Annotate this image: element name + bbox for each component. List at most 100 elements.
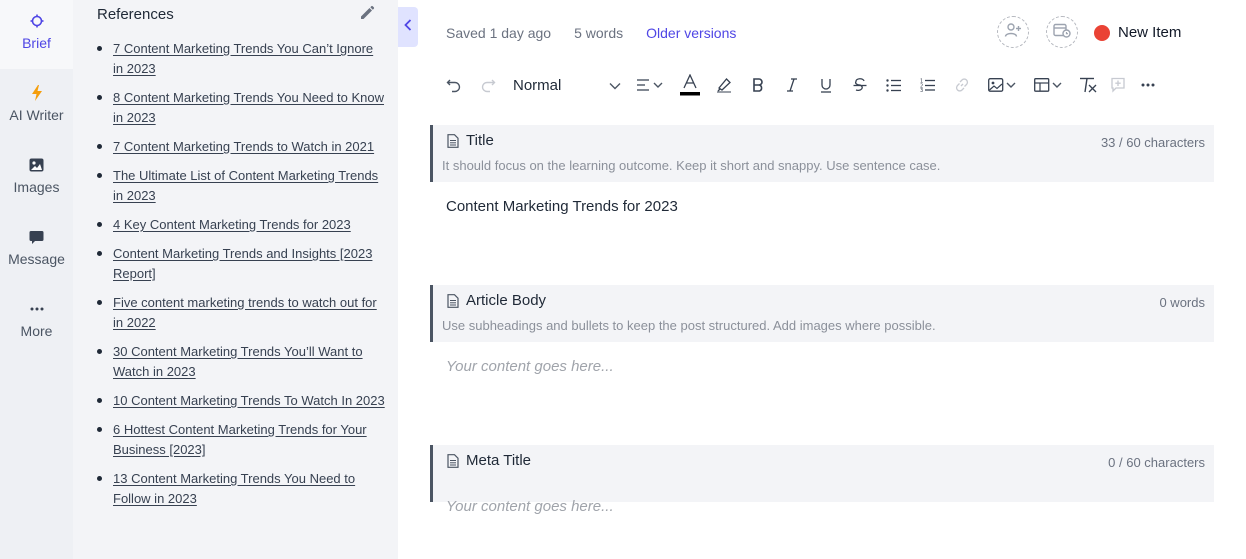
title-field[interactable]: Content Marketing Trends for 2023 — [446, 198, 678, 215]
align-dropdown[interactable] — [627, 72, 673, 98]
undo-icon — [446, 77, 462, 93]
section-hint: Use subheadings and bullets to keep the … — [442, 318, 936, 333]
lightning-icon — [28, 84, 46, 102]
meta-title-field[interactable]: Your content goes here... — [446, 498, 614, 515]
align-left-icon — [636, 78, 664, 92]
section-name: Title — [466, 132, 494, 149]
link-icon — [954, 77, 970, 93]
reference-link[interactable]: 8 Content Marketing Trends You Need to K… — [113, 90, 384, 125]
clear-format-icon — [1079, 77, 1097, 93]
bold-button[interactable] — [741, 72, 775, 98]
saved-status: Saved 1 day ago — [446, 25, 552, 41]
numbered-list-button[interactable]: 123 — [911, 72, 945, 98]
rail-item-brief[interactable]: Brief — [0, 0, 73, 69]
add-user-icon — [1004, 22, 1022, 43]
italic-button[interactable] — [775, 72, 809, 98]
new-item-label: New Item — [1118, 24, 1182, 41]
collapse-panel-button[interactable] — [398, 7, 418, 47]
reference-item: 30 Content Marketing Trends You’ll Want … — [95, 342, 385, 382]
rail-label: AI Writer — [9, 107, 64, 123]
word-count: 0 words — [1159, 295, 1205, 310]
message-icon — [28, 228, 46, 246]
chevron-left-icon — [404, 18, 412, 36]
section-name: Meta Title — [466, 452, 532, 469]
reference-link[interactable]: 10 Content Marketing Trends To Watch In … — [113, 393, 385, 408]
reference-item: 7 Content Marketing Trends You Can’t Ign… — [95, 39, 385, 79]
numbered-list-icon: 123 — [920, 78, 936, 92]
title-section-header: Title 33 / 60 characters It should focus… — [430, 125, 1214, 182]
rail-item-images[interactable]: Images — [0, 144, 73, 216]
paragraph-style-select[interactable]: Normal — [511, 72, 621, 98]
character-count: 33 / 60 characters — [1100, 135, 1205, 150]
reference-link[interactable]: 6 Hottest Content Marketing Trends for Y… — [113, 422, 367, 457]
reference-link[interactable]: 7 Content Marketing Trends to Watch in 2… — [113, 139, 374, 154]
rail-item-message[interactable]: Message — [0, 216, 73, 288]
status-dot — [1094, 24, 1110, 41]
word-count: 5 words — [574, 25, 624, 41]
reference-link[interactable]: 13 Content Marketing Trends You Need to … — [113, 471, 355, 506]
reference-item: 10 Content Marketing Trends To Watch In … — [95, 391, 385, 411]
references-panel: References 7 Content Marketing Trends Yo… — [73, 0, 398, 559]
insert-comment-button[interactable] — [1105, 72, 1131, 98]
highlight-button[interactable] — [707, 72, 741, 98]
rail-label: Brief — [22, 35, 51, 51]
pencil-icon[interactable] — [359, 5, 375, 21]
reference-link[interactable]: Five content marketing trends to watch o… — [113, 295, 377, 330]
strikethrough-icon — [853, 77, 867, 93]
new-item-status[interactable]: New Item — [1094, 24, 1181, 41]
older-versions-link[interactable]: Older versions — [646, 25, 736, 41]
reference-link[interactable]: Content Marketing Trends and Insights [2… — [113, 246, 372, 281]
insert-image-dropdown[interactable] — [979, 72, 1025, 98]
document-icon — [447, 454, 459, 473]
document-icon — [447, 294, 459, 313]
section-name: Article Body — [466, 292, 547, 309]
article-body-section-header: Article Body 0 words Use subheadings and… — [430, 285, 1214, 342]
crosshair-icon — [28, 12, 46, 30]
image-icon — [988, 78, 1016, 92]
strikethrough-button[interactable] — [843, 72, 877, 98]
character-count: 0 / 60 characters — [1108, 455, 1205, 470]
underline-button[interactable] — [809, 72, 843, 98]
paragraph-style-value: Normal — [513, 76, 562, 94]
underline-icon — [820, 78, 832, 93]
reference-link[interactable]: 4 Key Content Marketing Trends for 2023 — [113, 217, 351, 232]
bullet-list-button[interactable] — [877, 72, 911, 98]
link-button[interactable] — [945, 72, 979, 98]
reference-link[interactable]: 7 Content Marketing Trends You Can’t Ign… — [113, 41, 373, 76]
reference-item: 7 Content Marketing Trends to Watch in 2… — [95, 137, 385, 157]
bold-icon — [752, 78, 764, 92]
schedule-button[interactable] — [1046, 16, 1078, 48]
clear-format-button[interactable] — [1071, 72, 1105, 98]
rail-label: Message — [8, 251, 65, 267]
redo-icon — [480, 77, 496, 93]
add-collaborator-button[interactable] — [997, 16, 1029, 48]
document-status: Saved 1 day ago 5 words Older versions — [446, 25, 736, 41]
text-color-icon — [680, 74, 700, 96]
reference-item: 13 Content Marketing Trends You Need to … — [95, 469, 385, 509]
ellipsis-icon — [1141, 83, 1155, 87]
article-body-field[interactable]: Your content goes here... — [446, 358, 614, 375]
references-title: References — [97, 6, 174, 23]
references-list: 7 Content Marketing Trends You Can’t Ign… — [95, 39, 385, 518]
more-options-button[interactable] — [1131, 72, 1165, 98]
svg-text:3: 3 — [920, 88, 923, 92]
redo-button[interactable] — [471, 72, 505, 98]
reference-item: Content Marketing Trends and Insights [2… — [95, 244, 385, 284]
reference-item: 4 Key Content Marketing Trends for 2023 — [95, 215, 385, 235]
reference-item: The Ultimate List of Content Marketing T… — [95, 166, 385, 206]
rail-item-more[interactable]: More — [0, 288, 73, 360]
reference-item: Five content marketing trends to watch o… — [95, 293, 385, 333]
reference-item: 6 Hottest Content Marketing Trends for Y… — [95, 420, 385, 460]
undo-button[interactable] — [437, 72, 471, 98]
icon-rail: Brief AI Writer Images Message More — [0, 0, 73, 559]
calendar-clock-icon — [1053, 22, 1071, 43]
reference-link[interactable]: 30 Content Marketing Trends You’ll Want … — [113, 344, 363, 379]
reference-link[interactable]: The Ultimate List of Content Marketing T… — [113, 168, 378, 203]
italic-icon — [786, 78, 798, 92]
chevron-down-icon — [609, 77, 621, 94]
section-hint: It should focus on the learning outcome.… — [442, 158, 941, 173]
rail-item-ai-writer[interactable]: AI Writer — [0, 72, 73, 144]
text-color-button[interactable] — [673, 72, 707, 98]
insert-table-dropdown[interactable] — [1025, 72, 1071, 98]
comment-plus-icon — [1110, 77, 1126, 93]
